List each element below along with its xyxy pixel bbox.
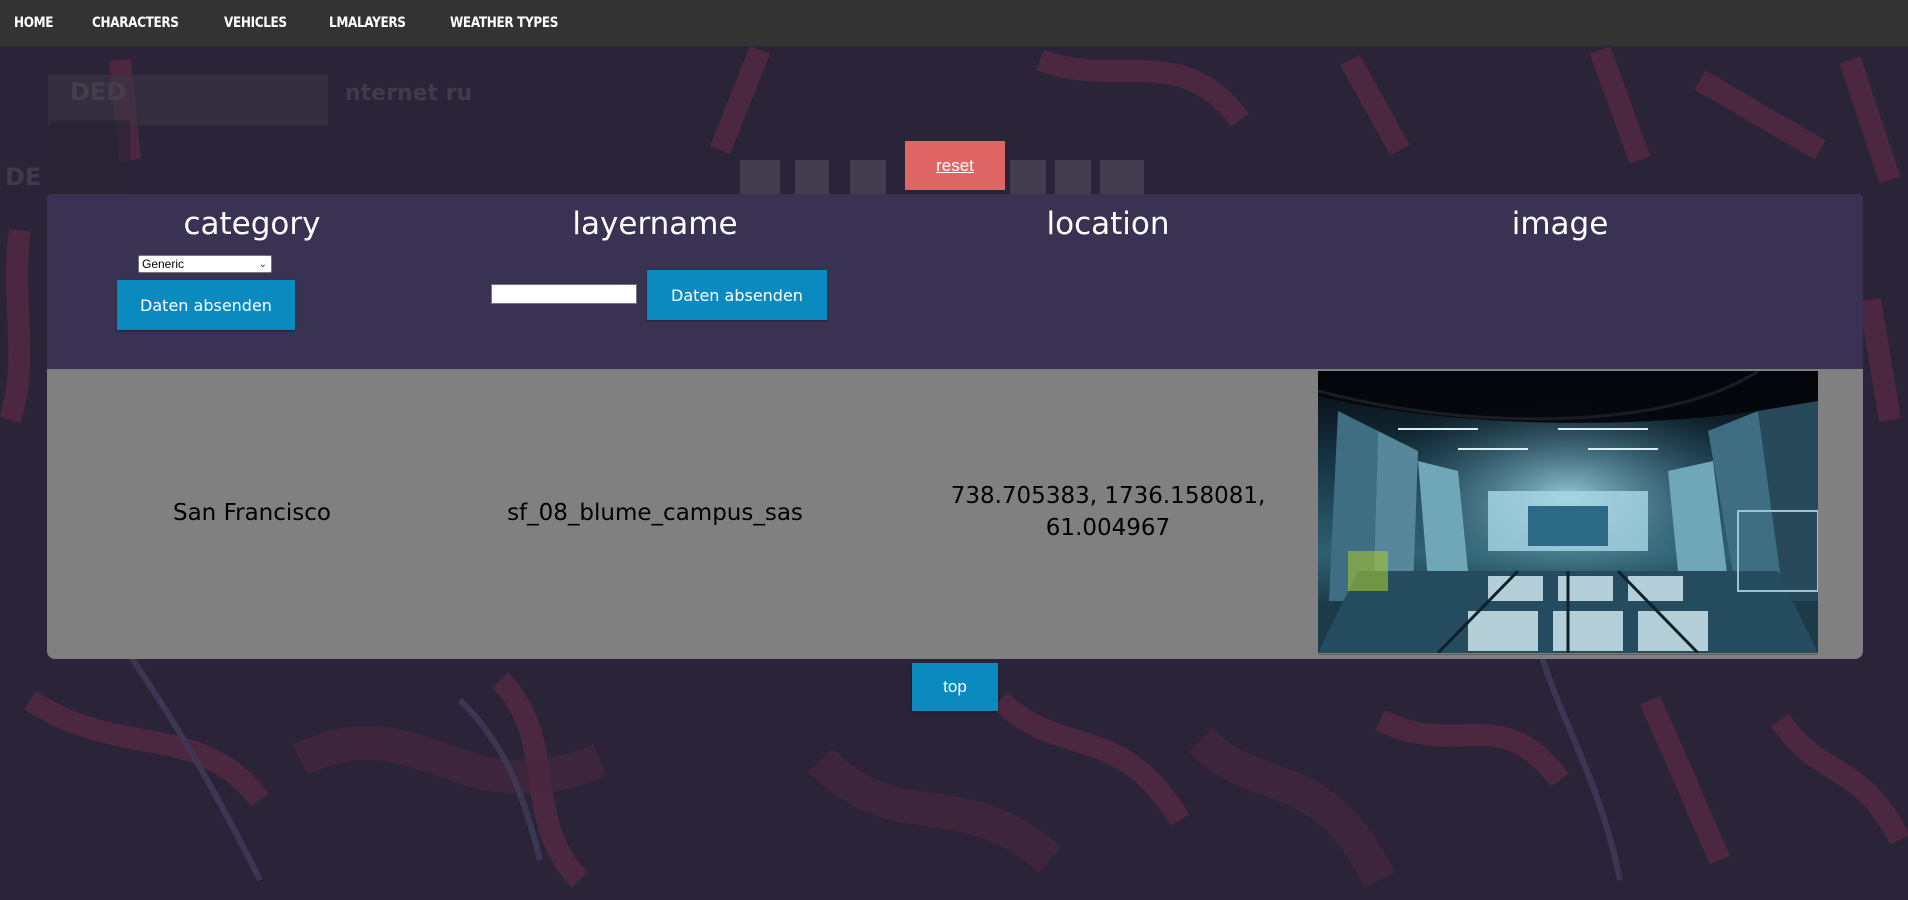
cell-location-line1: 738.705383, 1736.158081, [950,483,1266,509]
column-header-category: category [183,206,321,242]
cell-category: San Francisco [172,500,331,526]
category-select[interactable]: Generic ⌄ [138,255,272,273]
reset-button[interactable]: reset [905,141,1005,190]
nav-weather-types[interactable]: WEATHER TYPES [450,15,558,31]
column-header-layername: layername [572,206,738,242]
nav-vehicles[interactable]: VEHICLES [224,15,287,31]
cell-layername: sf_08_blume_campus_sas [507,500,803,526]
results-table: category layername location image Generi… [47,194,1863,659]
top-button[interactable]: top [912,663,998,711]
cell-location: 738.705383, 1736.158081, 61.004967 [908,480,1308,544]
nav-home[interactable]: HOME [14,15,53,31]
table-row: San Francisco sf_08_blume_campus_sas 738… [47,369,1863,659]
image-divider [1318,654,1818,655]
table-header: category layername location image Generi… [47,194,1863,369]
category-select-value: Generic [142,257,185,271]
column-header-image: image [1511,206,1609,242]
cell-location-line2: 61.004967 [1045,515,1171,541]
layername-submit-button[interactable]: Daten absenden [647,270,827,320]
svg-text:DED: DED [70,78,126,106]
nav-lmalayers[interactable]: LMALAYERS [329,15,406,31]
column-header-location: location [1046,206,1170,242]
nav-characters[interactable]: CHARACTERS [92,15,179,31]
location-image [1318,371,1818,653]
chevron-down-icon: ⌄ [258,259,267,270]
layername-input[interactable] [491,284,637,304]
svg-text:DE: DE [5,163,41,191]
category-submit-button[interactable]: Daten absenden [117,280,295,330]
top-navbar: HOME CHARACTERS VEHICLES LMALAYERS WEATH… [0,0,1908,46]
svg-text:nternet ru: nternet ru [345,81,472,106]
